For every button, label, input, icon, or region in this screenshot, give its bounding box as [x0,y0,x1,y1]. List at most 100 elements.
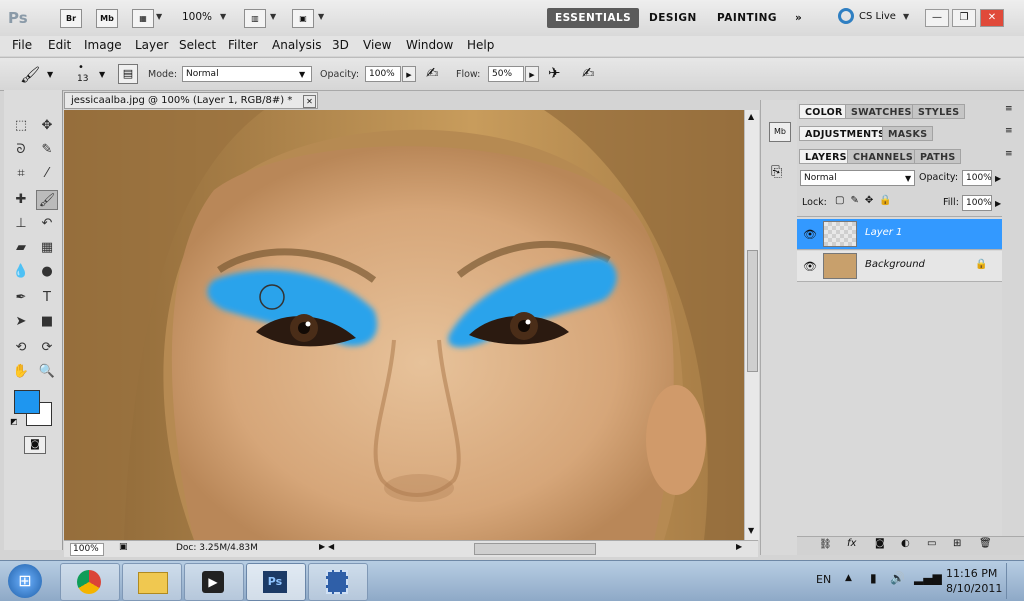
brush-panel-toggle-icon[interactable]: ▤ [118,64,138,84]
blur-tool-icon[interactable]: 💧 [10,262,32,282]
layer-row-background[interactable]: 👁 Background 🔒 [797,251,1002,282]
show-hidden-icons-icon[interactable]: ▲ [845,573,852,583]
panel-menu-icon[interactable]: ≡ [1005,126,1013,136]
flow-field[interactable]: 50% [488,66,524,82]
type-tool-icon[interactable]: T [36,288,58,308]
foreground-color-swatch[interactable] [14,390,40,414]
brush-size-value[interactable]: 13 [77,74,88,84]
tab-masks[interactable]: MASKS [882,126,934,141]
tab-adjustments[interactable]: ADJUSTMENTS [799,126,892,141]
pen-tool-icon[interactable]: ✒ [10,288,32,308]
lock-options-icons[interactable]: ▢✎✥🔒 [835,195,898,206]
layer-name[interactable]: Layer 1 [865,227,902,238]
chevron-down-icon[interactable]: ▼ [156,12,162,21]
path-selection-tool-icon[interactable]: ➤ [10,312,32,332]
hand-tool-icon[interactable]: ✋ [10,362,32,382]
document-canvas[interactable] [64,110,744,540]
canvas-vertical-scrollbar[interactable]: ▲ ▼ [744,110,759,540]
quick-selection-tool-icon[interactable]: ✎ [36,140,58,160]
menu-edit[interactable]: Edit [48,38,71,52]
clone-stamp-tool-icon[interactable]: ⊥ [10,214,32,234]
arrange-documents-button[interactable]: ▥ [244,9,266,28]
chevron-down-icon[interactable]: ▼ [905,174,911,183]
tab-styles[interactable]: STYLES [912,104,966,119]
menu-image[interactable]: Image [84,38,122,52]
show-desktop-button[interactable] [1006,563,1023,599]
panel-menu-icon[interactable]: ≡ [1005,104,1013,114]
minimize-button[interactable]: — [925,9,949,27]
move-tool-icon[interactable]: ✥ [36,116,58,136]
chevron-down-icon[interactable]: ▼ [270,12,276,21]
cs-live-button[interactable]: CS Live [859,11,896,22]
quick-mask-icon[interactable]: ◙ [24,436,46,454]
tab-paths[interactable]: PATHS [914,149,962,164]
volume-icon[interactable]: 🔊 [890,571,905,585]
add-mask-icon[interactable]: ◙ [875,538,885,549]
chevron-down-icon[interactable]: ▼ [99,70,105,79]
tab-color[interactable]: COLOR [799,104,849,119]
healing-brush-tool-icon[interactable]: ✚ [10,190,32,210]
chevron-down-icon[interactable]: ▼ [318,12,324,21]
brush-preset-dot-icon[interactable]: • [78,62,84,73]
zoom-tool-icon[interactable]: 🔍 [36,362,58,382]
gradient-tool-icon[interactable]: ▦ [36,238,58,258]
view-extras-button[interactable]: ▦ [132,9,154,28]
zoom-level[interactable]: 100% [182,11,212,23]
scroll-down-arrow-icon[interactable]: ▼ [748,526,754,535]
tablet-pressure-size-icon[interactable]: ✍ [582,64,595,82]
chevron-down-icon[interactable]: ▼ [299,70,305,79]
taskbar-photoshop-button[interactable]: Ps [246,563,306,601]
menu-layer[interactable]: Layer [135,38,168,52]
panel-menu-icon[interactable]: ≡ [1005,149,1013,159]
3d-rotate-tool-icon[interactable]: ⟲ [10,338,32,358]
taskbar-chrome-button[interactable] [60,563,120,601]
opacity-slider-arrow-icon[interactable]: ▶ [995,174,1001,183]
tab-channels[interactable]: CHANNELS [847,149,919,164]
chevron-down-icon[interactable]: ▼ [220,12,226,21]
launch-minibridge-button[interactable]: Mb [96,9,118,28]
eye-visibility-icon[interactable]: 👁 [803,260,817,273]
horizontal-scrollbar-thumb[interactable] [474,543,596,555]
delete-layer-icon[interactable]: 🗑 [979,538,992,549]
menu-window[interactable]: Window [406,38,453,52]
taskbar-media-center-button[interactable]: ▶ [184,563,244,601]
adjustment-layer-icon[interactable]: ◐ [901,538,910,549]
workspace-design-button[interactable]: DESIGN [641,8,705,28]
eyedropper-tool-icon[interactable]: ⁄ [36,164,58,184]
chevron-down-icon[interactable]: ▼ [903,12,909,21]
scroll-up-arrow-icon[interactable]: ▲ [748,112,754,121]
new-layer-icon[interactable]: ⊞ [953,538,961,549]
tab-swatches[interactable]: SWATCHES [845,104,918,119]
opacity-slider-button[interactable]: ▶ [402,66,416,82]
link-layers-icon[interactable]: ⛓ [819,539,832,550]
3d-orbit-tool-icon[interactable]: ⟳ [36,338,58,358]
brush-tool-icon[interactable]: 🖌 [20,65,40,84]
network-icon[interactable]: ▂▄▆ [914,571,942,585]
lasso-tool-icon[interactable]: ᘐ [10,140,32,160]
menu-select[interactable]: Select [179,38,216,52]
more-workspaces-button[interactable]: » [787,8,810,28]
brush-tool-icon[interactable]: 🖌 [36,190,58,210]
language-indicator[interactable]: EN [816,573,831,586]
default-colors-icon[interactable]: ◩ [10,417,18,426]
menu-analysis[interactable]: Analysis [272,38,321,52]
scroll-left-arrow-icon[interactable]: ◀ [328,542,334,551]
start-button[interactable]: ⊞ [8,564,42,598]
opacity-field[interactable]: 100% [365,66,401,82]
dodge-tool-icon[interactable]: ● [36,262,58,282]
battery-icon[interactable]: ▮ [870,571,877,585]
menu-3d[interactable]: 3D [332,38,349,52]
eye-visibility-icon[interactable]: 👁 [803,228,817,241]
layer-style-icon[interactable]: fx [847,538,856,549]
restore-button[interactable]: ❐ [952,9,976,27]
marquee-tool-icon[interactable]: ⬚ [10,116,32,136]
menu-filter[interactable]: Filter [228,38,258,52]
layer-row-layer-1[interactable]: 👁 Layer 1 [797,219,1002,250]
tab-layers[interactable]: LAYERS [799,149,853,164]
menu-help[interactable]: Help [467,38,494,52]
close-button[interactable]: ✕ [980,9,1004,27]
layer-name[interactable]: Background [865,259,925,270]
clock-date[interactable]: 8/10/2011 [946,582,1002,595]
minibridge-panel-icon[interactable]: Mb [769,122,791,142]
layers-opacity-field[interactable]: 100% [962,170,992,186]
